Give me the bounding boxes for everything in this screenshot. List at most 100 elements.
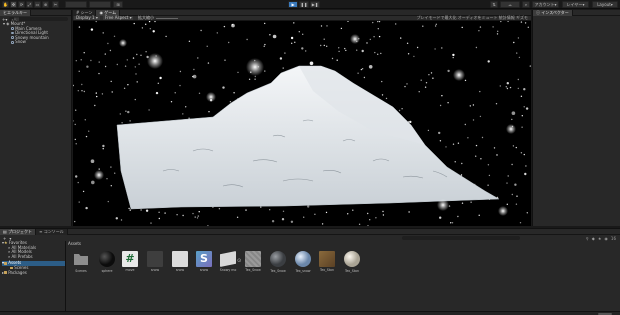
account-dropdown[interactable]: アカウント ▾ — [532, 1, 559, 8]
snowflake — [520, 95, 523, 98]
asset-sphere[interactable]: sphere — [98, 251, 116, 273]
snowflake — [428, 74, 430, 76]
asset-snow-dark[interactable]: snow — [146, 251, 164, 272]
snowflake — [439, 104, 442, 107]
snowflake — [75, 175, 78, 178]
snowflake — [382, 210, 384, 213]
asset-move-script[interactable]: # move — [121, 251, 139, 272]
asset-scenes-folder[interactable]: Scenes — [72, 251, 90, 273]
snowflake — [520, 21, 523, 23]
pause-button[interactable]: ❚❚ — [299, 1, 309, 8]
snowflake — [480, 158, 482, 160]
snowflake — [101, 93, 104, 95]
collab-icon[interactable]: ⇅ — [490, 1, 498, 8]
asset-tex-stone-1[interactable]: Tex_Ston — [318, 251, 336, 272]
snowflake — [432, 77, 434, 79]
snowflake — [74, 138, 76, 141]
step-button[interactable]: ▶❚ — [310, 1, 320, 8]
filter-icon[interactable]: ⚲ — [586, 236, 589, 241]
layers-dropdown[interactable]: レイヤー ▾ — [562, 1, 589, 8]
packages-label: Packages — [8, 269, 27, 275]
snowflake — [293, 22, 295, 24]
snowflake — [452, 143, 455, 145]
snowflake — [512, 145, 515, 147]
expand-icon: ▾ — [3, 21, 6, 26]
transform-tool-icon[interactable]: ⊕ — [42, 1, 49, 8]
asset-label: Tex_Snow — [270, 269, 286, 273]
packages-folder[interactable]: ▸ Packages — [2, 269, 65, 276]
pivot-toggle[interactable] — [65, 1, 87, 8]
snowflake — [303, 216, 305, 218]
asset-tex-snow-1[interactable]: Tex_Snow — [244, 251, 262, 272]
thumbnail-size-slider[interactable] — [598, 313, 612, 315]
custom-tool-icon[interactable]: ✂ — [52, 1, 59, 8]
tab-project[interactable]: ▤ プロジェクト — [0, 228, 37, 235]
hand-tool-icon[interactable]: ✋ — [2, 1, 9, 8]
snowflake — [413, 55, 415, 58]
scale-slider[interactable]: 拡大縮小 — [136, 16, 180, 20]
snowflake — [298, 31, 300, 33]
snowflake — [495, 103, 498, 105]
global-toggle[interactable] — [89, 1, 111, 8]
move-tool-icon[interactable]: ✥ — [10, 1, 17, 8]
tab-hierarchy[interactable]: ヒエラルキー — [0, 9, 31, 16]
snowflake — [188, 117, 190, 119]
snowflake — [197, 57, 199, 59]
snowflake — [424, 86, 427, 88]
asset-snow-white[interactable]: snow — [171, 251, 189, 272]
asset-tex-snow-2[interactable]: Tex_Snow — [269, 251, 287, 273]
snowflake — [124, 65, 127, 67]
snowflake — [520, 152, 523, 154]
favorite-item-prefabs[interactable]: ⌕ All Prefabs — [2, 254, 65, 260]
grid-snap-icon[interactable]: ⊞ — [113, 1, 123, 8]
snowflake — [174, 92, 176, 94]
snowflake — [207, 62, 210, 64]
snowflake — [511, 163, 513, 166]
game-render-viewport[interactable] — [73, 21, 531, 226]
scale-tool-icon[interactable]: ⤢ — [26, 1, 33, 8]
snowflake — [506, 203, 508, 205]
expand-arrow-icon[interactable]: ⊙ — [237, 258, 241, 264]
snowflake — [326, 25, 328, 27]
snowflake — [279, 57, 283, 60]
asset-tex-snow-3[interactable]: Tex_snow — [294, 251, 312, 273]
tab-console[interactable]: ≡ コンソール — [36, 228, 68, 235]
snowflake — [145, 209, 149, 212]
asset-snow-shader[interactable]: S snow — [195, 251, 213, 272]
eye-icon[interactable]: ◉ — [604, 236, 608, 241]
rect-tool-icon[interactable]: ▭ — [34, 1, 41, 8]
asset-snowy-mountain-model[interactable]: Snowy mo — [219, 251, 237, 272]
breadcrumb[interactable]: Assets — [68, 241, 81, 246]
aspect-dropdown[interactable]: Free Aspect ▾ — [103, 16, 133, 20]
account-label: アカウント — [534, 1, 555, 7]
hierarchy-item-snow[interactable]: Snow — [3, 40, 71, 45]
play-button[interactable]: ▶ — [288, 1, 298, 8]
asset-tex-stone-2[interactable]: Tex_Ston — [343, 251, 361, 273]
tab-inspector[interactable]: ⓘ インスペクター — [533, 9, 573, 16]
cloud-button[interactable]: ☁ — [500, 1, 520, 8]
layout-dropdown[interactable]: Layout ▾ — [592, 1, 618, 8]
game-view-panel: # シーン ◉ ゲーム Display 1 ▾ Free Aspect ▾ 拡大… — [73, 9, 531, 226]
snowflake — [320, 44, 322, 47]
snowflake — [269, 209, 271, 211]
snowflake — [406, 42, 409, 44]
rotate-tool-icon[interactable]: ⟳ — [18, 1, 25, 8]
snowflake — [75, 143, 77, 145]
prefab-icon — [147, 251, 163, 267]
snowflake — [85, 135, 88, 138]
snowflake — [281, 218, 285, 221]
label-icon[interactable]: ◆ — [592, 236, 595, 241]
material-sphere-icon — [270, 251, 286, 267]
search-icon[interactable]: ⌕ — [522, 1, 530, 8]
snowflake — [314, 213, 316, 215]
snowflake — [96, 95, 98, 98]
display-dropdown[interactable]: Display 1 ▾ — [74, 16, 100, 20]
snowflake — [305, 50, 307, 52]
snowflake — [447, 102, 449, 104]
star-icon[interactable]: ★ — [598, 236, 602, 241]
snowflake — [434, 48, 436, 50]
snowflake — [336, 59, 338, 61]
snowflake — [182, 113, 184, 115]
project-search-input[interactable] — [402, 236, 520, 240]
folder-icon — [4, 262, 8, 265]
